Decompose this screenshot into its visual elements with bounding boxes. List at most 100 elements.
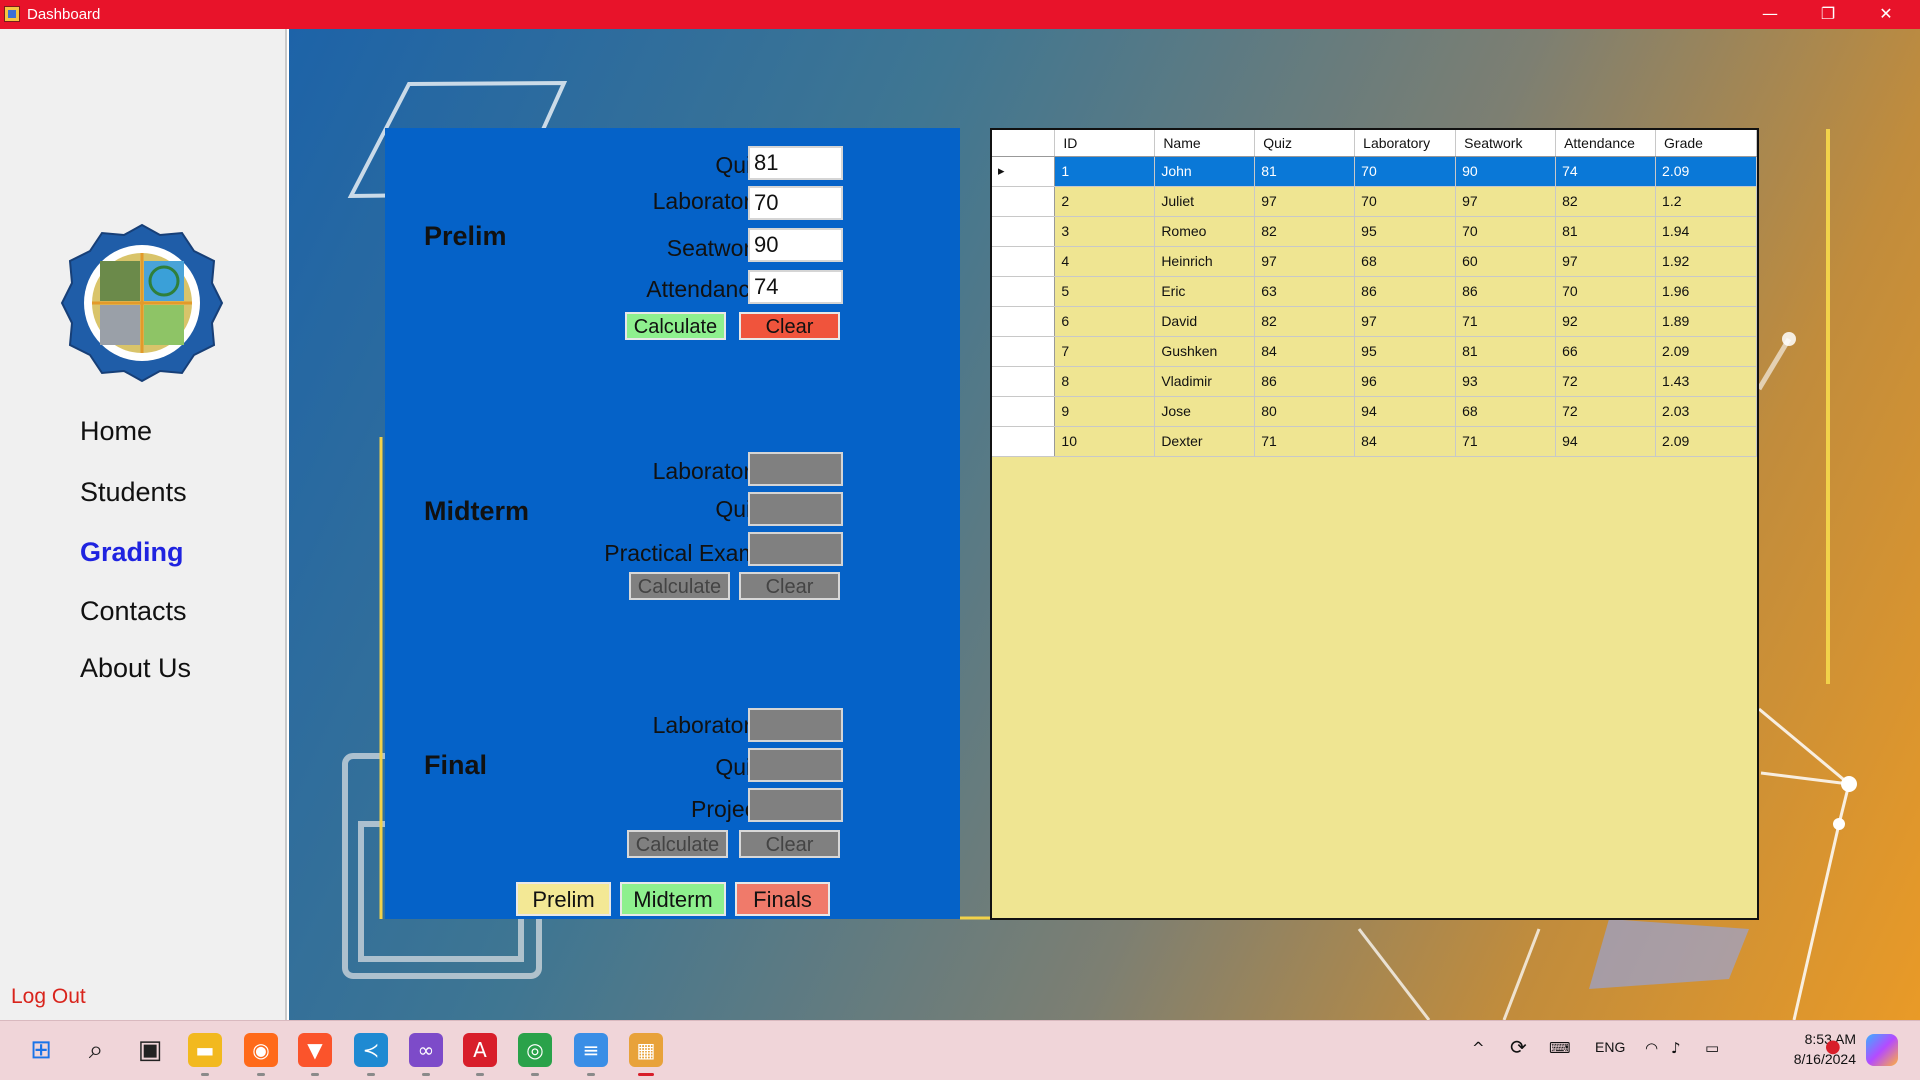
brave-icon[interactable]: ▼ bbox=[298, 1033, 332, 1067]
cell-laboratory[interactable]: 70 bbox=[1354, 156, 1457, 187]
prelim-quiz-input[interactable] bbox=[748, 146, 843, 180]
cell-id[interactable]: 10 bbox=[1054, 426, 1156, 457]
cell-laboratory[interactable]: 84 bbox=[1354, 426, 1457, 457]
cell-quiz[interactable]: 84 bbox=[1254, 336, 1356, 367]
cell-seatwork[interactable]: 71 bbox=[1455, 306, 1557, 337]
midterm-laboratory-input[interactable] bbox=[748, 452, 843, 486]
acrobat-icon[interactable]: A bbox=[463, 1033, 497, 1067]
cell-attendance[interactable]: 92 bbox=[1555, 306, 1657, 337]
keyboard-icon[interactable]: ⌨ bbox=[1549, 1039, 1571, 1057]
cell-quiz[interactable]: 82 bbox=[1254, 306, 1356, 337]
column-header-name[interactable]: Name bbox=[1154, 130, 1256, 157]
cell-seatwork[interactable]: 81 bbox=[1455, 336, 1557, 367]
prelim-attendance-input[interactable] bbox=[748, 270, 843, 304]
minimize-button[interactable]: — bbox=[1741, 0, 1799, 29]
cell-attendance[interactable]: 66 bbox=[1555, 336, 1657, 367]
table-row[interactable]: 5 Eric 63 86 86 70 1.96 bbox=[992, 276, 1757, 307]
cell-name[interactable]: Heinrich bbox=[1154, 246, 1256, 277]
final-project-input[interactable] bbox=[748, 788, 843, 822]
final-laboratory-input[interactable] bbox=[748, 708, 843, 742]
volume-icon[interactable]: ♪ bbox=[1671, 1039, 1681, 1057]
cell-quiz[interactable]: 63 bbox=[1254, 276, 1356, 307]
cell-attendance[interactable]: 82 bbox=[1555, 186, 1657, 217]
row-header[interactable] bbox=[992, 186, 1056, 217]
cell-laboratory[interactable]: 70 bbox=[1354, 186, 1457, 217]
cell-id[interactable]: 7 bbox=[1054, 336, 1156, 367]
table-row[interactable]: 10 Dexter 71 84 71 94 2.09 bbox=[992, 426, 1757, 457]
row-header[interactable]: ▸ bbox=[992, 156, 1056, 187]
table-row[interactable]: 2 Juliet 97 70 97 82 1.2 bbox=[992, 186, 1757, 217]
column-header-id[interactable]: ID bbox=[1054, 130, 1156, 157]
cell-seatwork[interactable]: 60 bbox=[1455, 246, 1557, 277]
logout-link[interactable]: Log Out bbox=[11, 985, 86, 1009]
cell-name[interactable]: Gushken bbox=[1154, 336, 1256, 367]
prelim-laboratory-input[interactable] bbox=[748, 186, 843, 220]
final-quiz-input[interactable] bbox=[748, 748, 843, 782]
midterm-calculate-button[interactable]: Calculate bbox=[629, 572, 730, 600]
row-header[interactable] bbox=[992, 426, 1056, 457]
cell-grade[interactable]: 1.2 bbox=[1655, 186, 1757, 217]
cell-laboratory[interactable]: 68 bbox=[1354, 246, 1457, 277]
cell-name[interactable]: Jose bbox=[1154, 396, 1256, 427]
cell-seatwork[interactable]: 97 bbox=[1455, 186, 1557, 217]
row-header[interactable] bbox=[992, 396, 1056, 427]
table-row[interactable]: 8 Vladimir 86 96 93 72 1.43 bbox=[992, 366, 1757, 397]
table-row[interactable]: 9 Jose 80 94 68 72 2.03 bbox=[992, 396, 1757, 427]
cell-grade[interactable]: 1.43 bbox=[1655, 366, 1757, 397]
restore-button[interactable]: ❐ bbox=[1799, 0, 1857, 29]
row-header[interactable] bbox=[992, 336, 1056, 367]
cell-seatwork[interactable]: 86 bbox=[1455, 276, 1557, 307]
cell-quiz[interactable]: 86 bbox=[1254, 366, 1356, 397]
row-header[interactable] bbox=[992, 276, 1056, 307]
grades-table[interactable]: ID Name Quiz Laboratory Seatwork Attenda… bbox=[990, 128, 1759, 920]
cell-laboratory[interactable]: 96 bbox=[1354, 366, 1457, 397]
column-header-attendance[interactable]: Attendance bbox=[1555, 130, 1657, 157]
cell-seatwork[interactable]: 71 bbox=[1455, 426, 1557, 457]
cell-grade[interactable]: 1.89 bbox=[1655, 306, 1757, 337]
cell-id[interactable]: 1 bbox=[1054, 156, 1156, 187]
cell-grade[interactable]: 2.09 bbox=[1655, 426, 1757, 457]
cell-id[interactable]: 8 bbox=[1054, 366, 1156, 397]
battery-icon[interactable]: ▭ bbox=[1705, 1039, 1719, 1057]
cell-seatwork[interactable]: 68 bbox=[1455, 396, 1557, 427]
nav-students[interactable]: Students bbox=[80, 477, 187, 508]
cell-quiz[interactable]: 97 bbox=[1254, 246, 1356, 277]
wifi-icon[interactable]: ◠ bbox=[1645, 1039, 1658, 1057]
cell-attendance[interactable]: 81 bbox=[1555, 216, 1657, 247]
table-row[interactable]: 6 David 82 97 71 92 1.89 bbox=[992, 306, 1757, 337]
notepad-icon[interactable]: ≡ bbox=[574, 1033, 608, 1067]
column-header-laboratory[interactable]: Laboratory bbox=[1354, 130, 1457, 157]
row-header[interactable] bbox=[992, 216, 1056, 247]
cell-quiz[interactable]: 71 bbox=[1254, 426, 1356, 457]
row-header[interactable] bbox=[992, 306, 1056, 337]
show-hidden-icons-chevron[interactable]: ^ bbox=[1472, 1039, 1485, 1057]
final-clear-button[interactable]: Clear bbox=[739, 830, 840, 858]
column-header-quiz[interactable]: Quiz bbox=[1254, 130, 1356, 157]
cell-id[interactable]: 3 bbox=[1054, 216, 1156, 247]
cell-id[interactable]: 5 bbox=[1054, 276, 1156, 307]
cell-laboratory[interactable]: 97 bbox=[1354, 306, 1457, 337]
nav-home[interactable]: Home bbox=[80, 416, 152, 447]
cell-attendance[interactable]: 74 bbox=[1555, 156, 1657, 187]
term-tab-finals[interactable]: Finals bbox=[735, 882, 830, 916]
midterm-practical-exam-input[interactable] bbox=[748, 532, 843, 566]
cell-laboratory[interactable]: 94 bbox=[1354, 396, 1457, 427]
nav-about-us[interactable]: About Us bbox=[80, 653, 191, 684]
column-header-seatwork[interactable]: Seatwork bbox=[1455, 130, 1557, 157]
term-tab-prelim[interactable]: Prelim bbox=[516, 882, 611, 916]
row-header[interactable] bbox=[992, 366, 1056, 397]
cell-grade[interactable]: 2.09 bbox=[1655, 156, 1757, 187]
cell-attendance[interactable]: 97 bbox=[1555, 246, 1657, 277]
final-calculate-button[interactable]: Calculate bbox=[627, 830, 728, 858]
cell-name[interactable]: Vladimir bbox=[1154, 366, 1256, 397]
cell-seatwork[interactable]: 93 bbox=[1455, 366, 1557, 397]
copilot-icon[interactable] bbox=[1866, 1034, 1898, 1066]
cell-grade[interactable]: 1.92 bbox=[1655, 246, 1757, 277]
cell-attendance[interactable]: 94 bbox=[1555, 426, 1657, 457]
dashboard-app-icon[interactable]: ▦ bbox=[629, 1033, 663, 1067]
row-header[interactable] bbox=[992, 246, 1056, 277]
nav-grading[interactable]: Grading bbox=[80, 537, 184, 568]
cell-attendance[interactable]: 70 bbox=[1555, 276, 1657, 307]
notification-bell-icon[interactable]: ● bbox=[1825, 1036, 1841, 1057]
table-row[interactable]: 4 Heinrich 97 68 60 97 1.92 bbox=[992, 246, 1757, 277]
